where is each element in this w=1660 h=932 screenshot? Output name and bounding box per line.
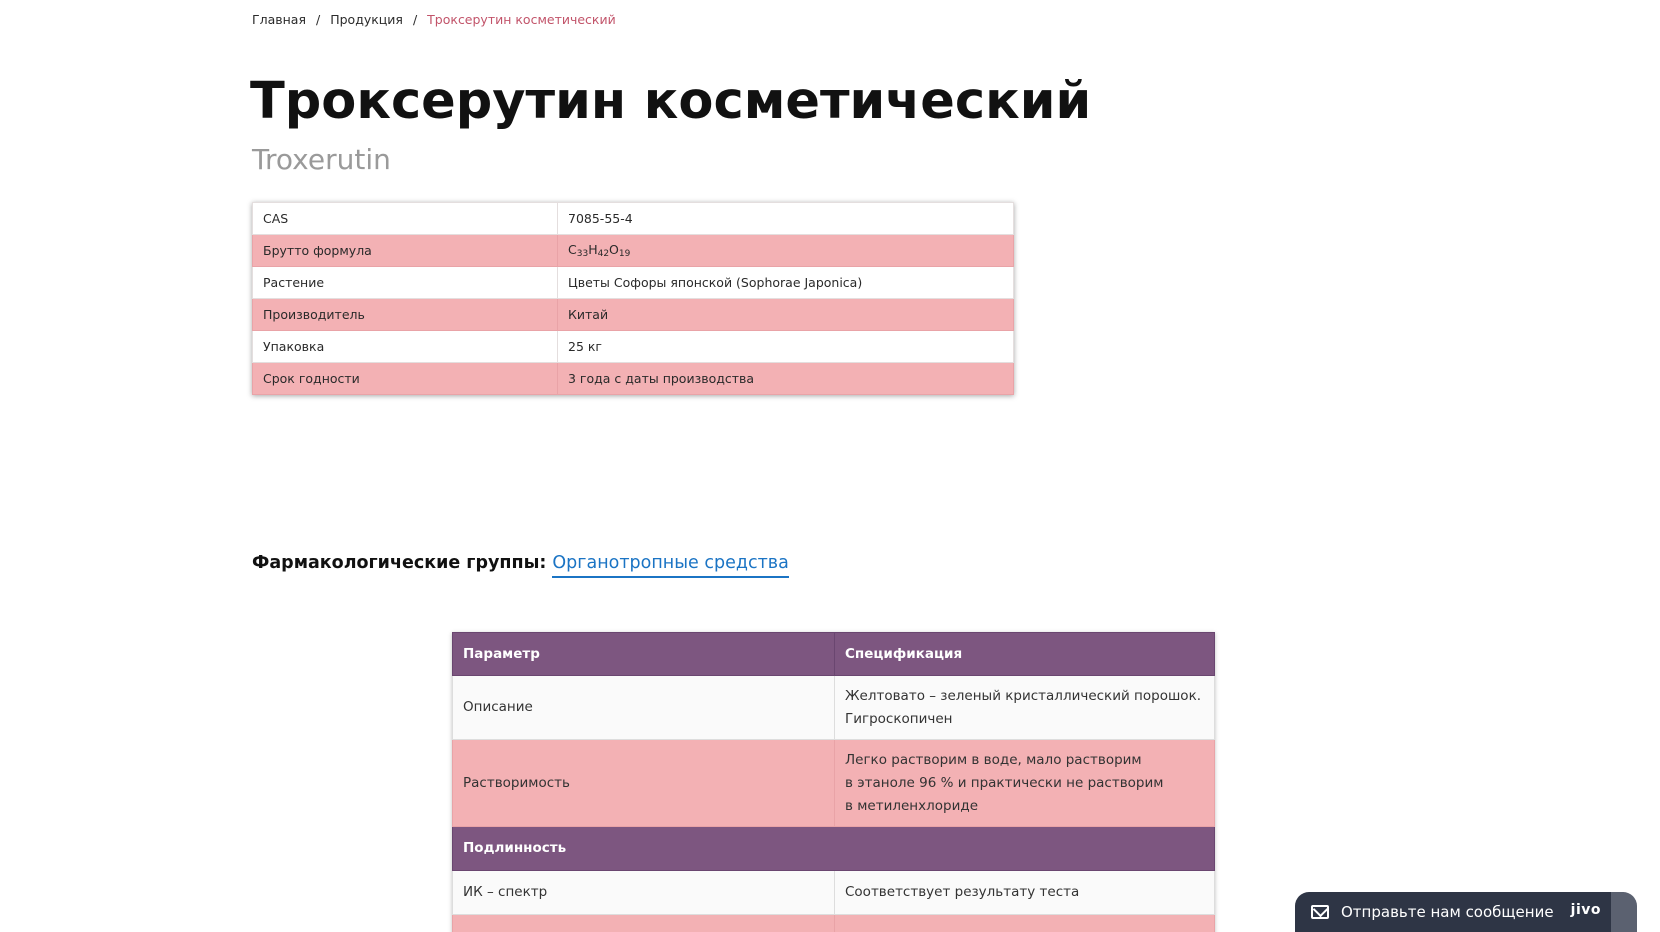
properties-row: Производитель Китай [252, 298, 1014, 331]
property-value: 3 года с даты производства [557, 362, 1014, 395]
specification-table: Параметр Спецификация Описание Желтовато… [452, 632, 1215, 932]
spec-value [834, 914, 1215, 932]
spec-row: Растворимость Легко растворим в воде, ма… [452, 739, 1215, 827]
pharm-groups: Фармакологические группы: Органотропные … [252, 553, 789, 578]
property-key: Производитель [252, 298, 558, 331]
breadcrumb-separator: / [412, 12, 418, 27]
breadcrumb-separator: / [316, 12, 321, 27]
spec-param: Растворимость [452, 739, 835, 827]
chat-label: Отправьте нам сообщение [1341, 903, 1554, 921]
jivo-logo: jivo [1570, 902, 1601, 918]
spec-section-row: Подлинность [452, 826, 1215, 871]
formula-value: C33H42O19 [557, 234, 1014, 267]
spec-header-spec: Спецификация [834, 632, 1215, 676]
spec-param: Описание [452, 675, 835, 740]
spec-value: Легко растворим в воде, мало растворим в… [834, 739, 1215, 827]
breadcrumb-current: Троксерутин косметический [427, 12, 616, 27]
property-key: Растение [252, 266, 558, 299]
spec-row: ИК – спектр Соответствует результату тес… [452, 870, 1215, 915]
property-key: Упаковка [252, 330, 558, 363]
pharm-group-link[interactable]: Органотропные средства [552, 553, 789, 578]
property-key: CAS [252, 202, 558, 235]
spec-section-title: Подлинность [452, 826, 1215, 871]
spec-row [452, 914, 1215, 932]
property-key: Брутто формула [252, 234, 558, 267]
properties-row: Растение Цветы Софоры японской (Sophorae… [252, 266, 1014, 299]
property-value: Цветы Софоры японской (Sophorae Japonica… [557, 266, 1014, 299]
properties-row: Упаковка 25 кг [252, 330, 1014, 363]
chat-corner [1611, 892, 1637, 932]
spec-value: Желтовато – зеленый кристаллический поро… [834, 675, 1215, 740]
spec-header-param: Параметр [452, 632, 835, 676]
properties-row: CAS 7085-55-4 [252, 202, 1014, 235]
chat-widget-button[interactable]: Отправьте нам сообщение jivo [1295, 892, 1637, 932]
properties-row: Брутто формула C33H42O19 [252, 234, 1014, 267]
property-key: Срок годности [252, 362, 558, 395]
spec-value: Соответствует результату теста [834, 870, 1215, 915]
pharm-groups-label: Фармакологические группы: [252, 553, 547, 573]
property-value: 25 кг [557, 330, 1014, 363]
properties-table: CAS 7085-55-4 Брутто формула C33H42O19 Р… [252, 202, 1014, 395]
spec-param: ИК – спектр [452, 870, 835, 915]
breadcrumb-products-link[interactable]: Продукция [330, 12, 403, 27]
spec-header-row: Параметр Спецификация [452, 632, 1215, 676]
properties-row: Срок годности 3 года с даты производства [252, 362, 1014, 395]
page-title: Троксерутин косметический [250, 72, 1092, 131]
envelope-icon [1311, 905, 1329, 919]
spec-row: Описание Желтовато – зеленый кристалличе… [452, 675, 1215, 740]
breadcrumb-home-link[interactable]: Главная [252, 12, 306, 27]
page-subtitle: Troxerutin [252, 143, 391, 176]
property-value: 7085-55-4 [557, 202, 1014, 235]
breadcrumb: Главная / Продукция / Троксерутин космет… [252, 12, 616, 27]
spec-param [452, 914, 835, 932]
property-value: Китай [557, 298, 1014, 331]
